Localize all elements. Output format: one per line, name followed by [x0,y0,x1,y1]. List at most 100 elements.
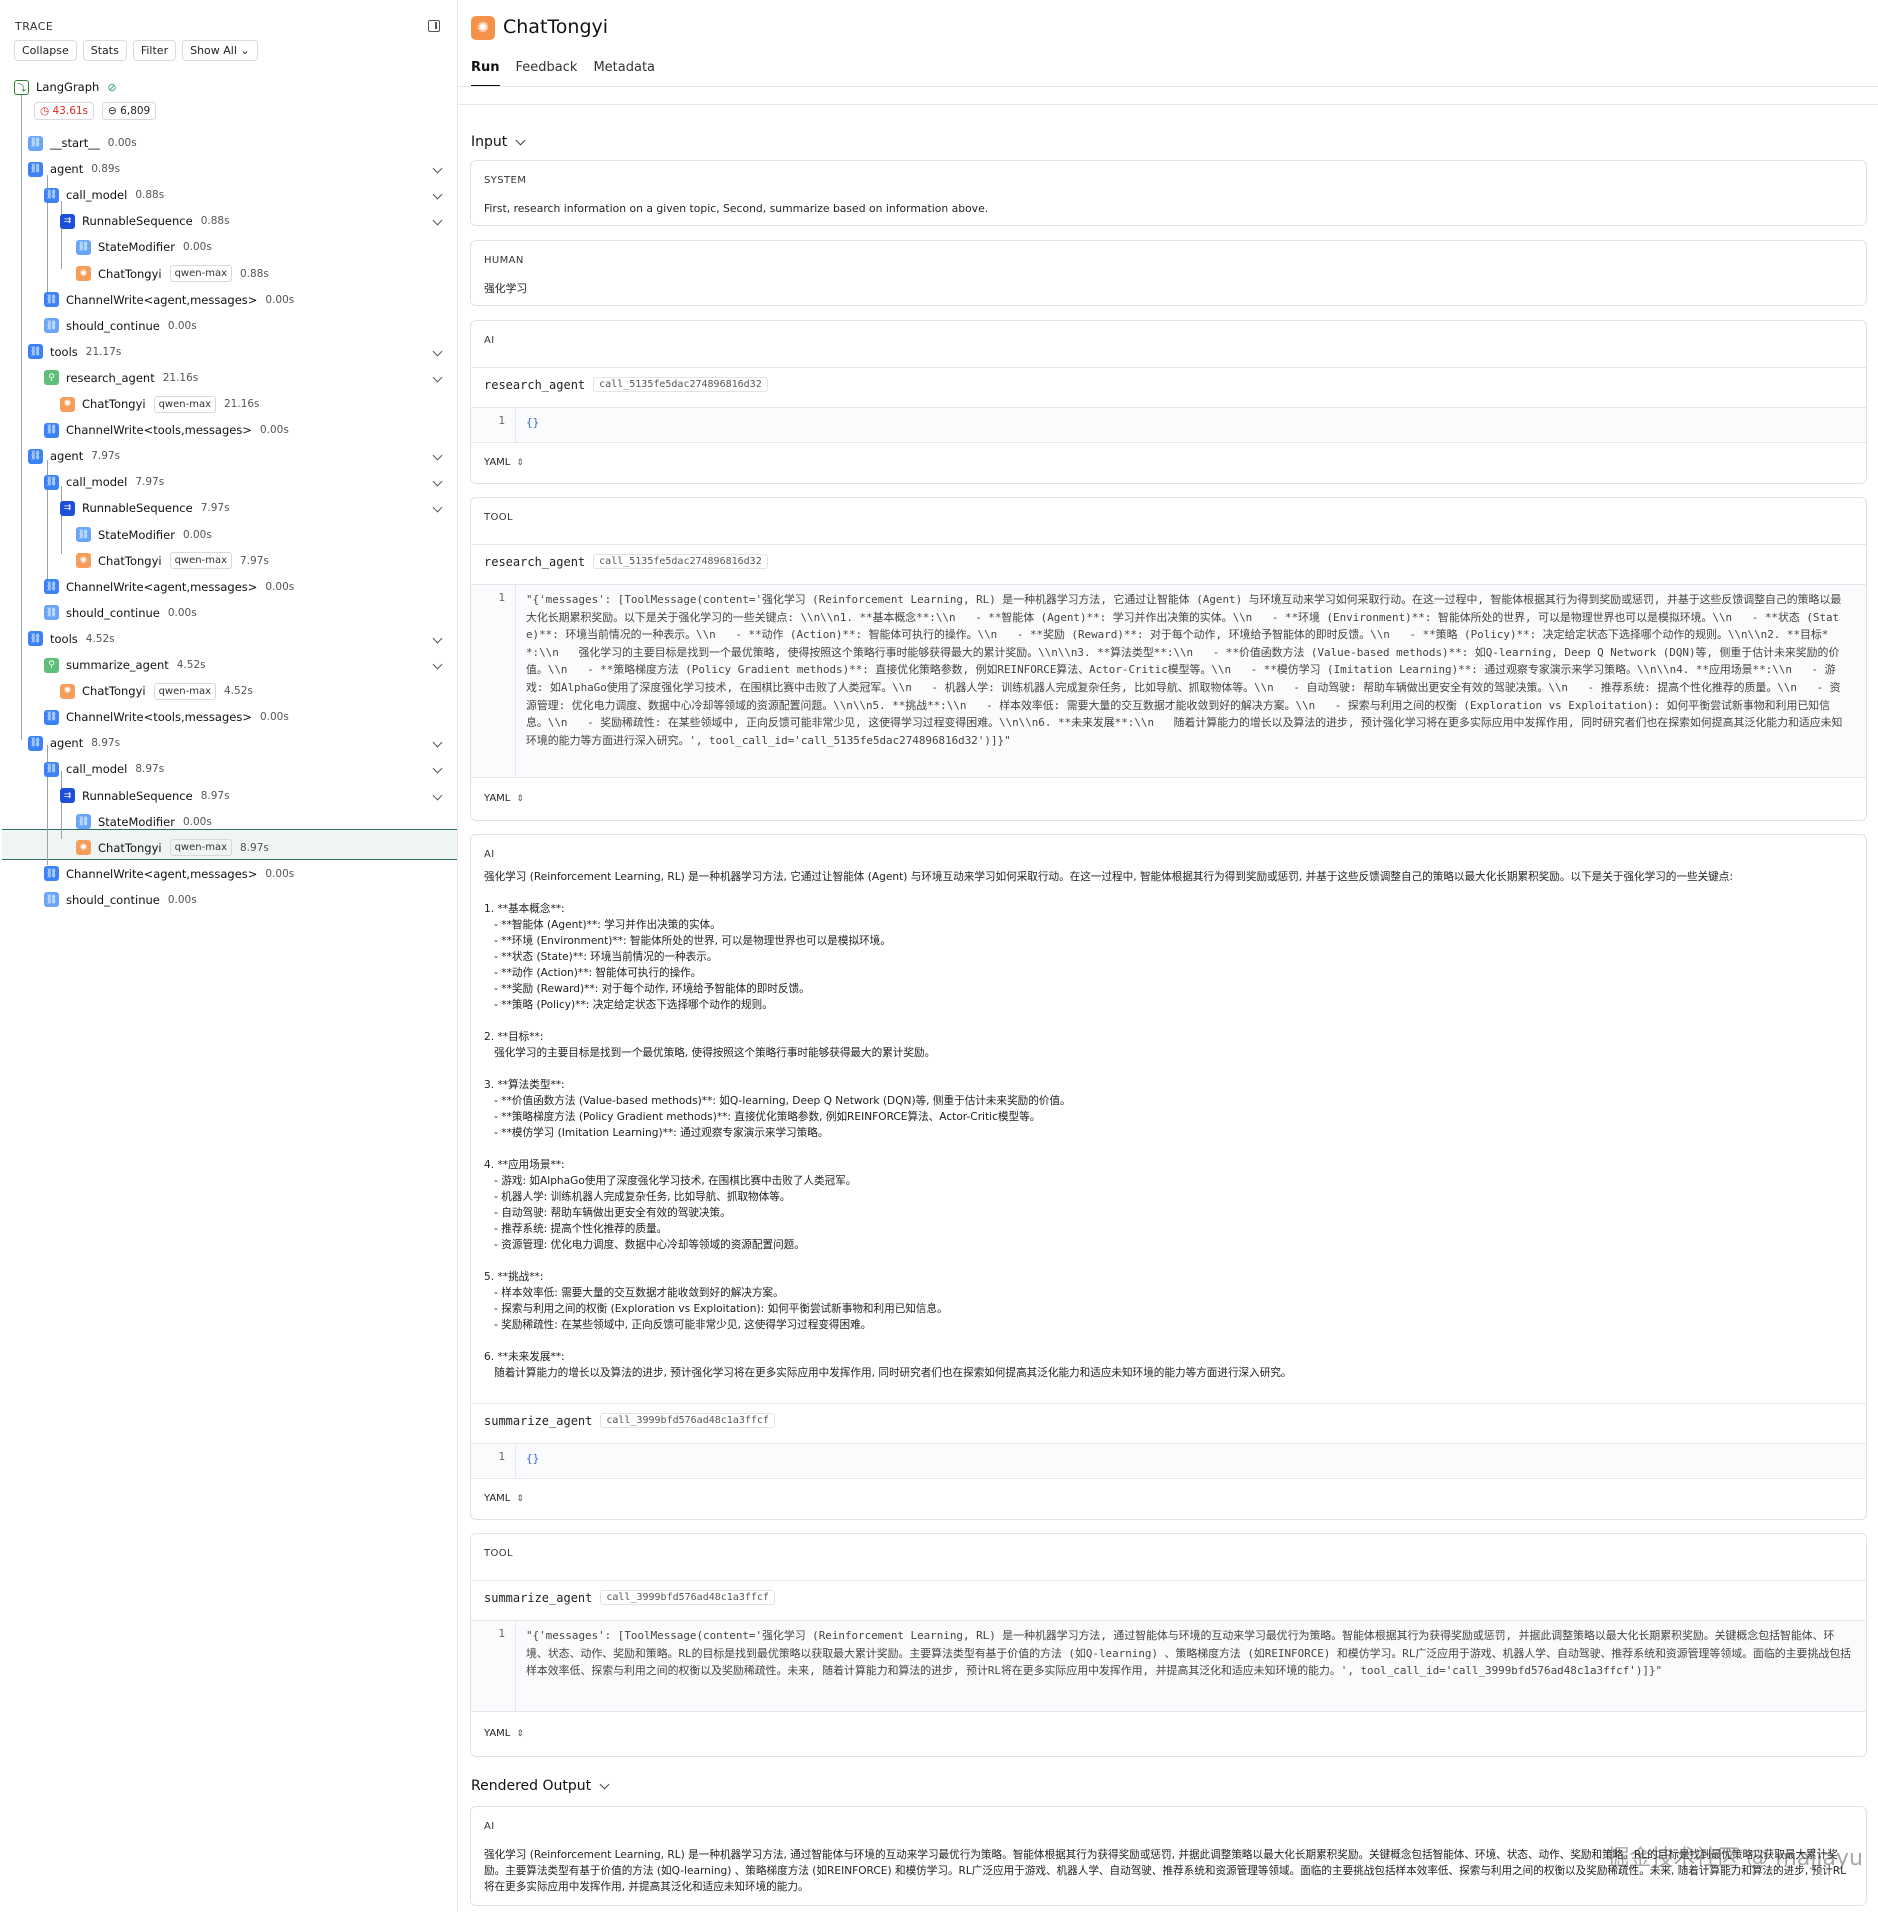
chevron-down-icon[interactable] [432,663,444,671]
chevron-down-icon[interactable] [432,193,444,201]
chevron-down-icon[interactable] [432,794,444,802]
duration-label: 8.97s [135,763,165,776]
tree-node-call-model[interactable]: ⛓ call_model 0.88s [44,182,164,208]
updown-icon: ⇕ [516,457,524,468]
human-message-text: 强化学习 [484,282,528,295]
tree-node-channel-write[interactable]: ⛓ ChannelWrite<agent,messages> 0.00s [44,861,294,887]
tool-call-header: research_agent call_5135fe5dac274896816d3… [484,554,768,569]
tree-node-channel-write[interactable]: ⛓ ChannelWrite<tools,messages> 0.00s [44,417,289,443]
role-label: AI [484,1821,495,1832]
duration-label: 0.88s [135,189,165,202]
tree-node-call-model[interactable]: ⛓ call_model 8.97s [44,756,164,782]
chevron-down-icon[interactable] [432,219,444,227]
call-id-badge: call_3999bfd576ad48c1a3ffcf [600,1590,775,1605]
tree-node-agent[interactable]: ⛓ agent 8.97s [28,730,120,756]
rendered-output-toggle[interactable]: Rendered Output [471,1778,610,1794]
role-label: TOOL [484,512,514,523]
format-selector[interactable]: YAML ⇕ [484,457,524,468]
chevron-down-icon[interactable] [432,506,444,514]
tree-node-agent[interactable]: ⛓ agent 0.89s [28,156,120,182]
tree-node-channel-write[interactable]: ⛓ ChannelWrite<agent,messages> 0.00s [44,574,294,600]
duration-label: 21.16s [224,398,260,410]
divider [471,1403,1866,1404]
chevron-down-icon: ⌄ [240,44,250,57]
chevron-down-icon[interactable] [432,741,444,749]
tree-node-state-modifier[interactable]: ⛓ StateModifier 0.00s [76,809,212,835]
model-tag: qwen-max [169,839,232,857]
tree-node-label: ChatTongyi [82,684,146,699]
gutter-divider [515,585,516,777]
tree-node-should-continue[interactable]: ⛓ should_continue 0.00s [44,887,197,913]
filter-button[interactable]: Filter [132,40,177,61]
show-all-label: Show All [190,44,237,57]
tree-node-label: call_model [66,762,128,777]
chain-icon: ⛓ [44,474,59,490]
format-selector[interactable]: YAML ⇕ [484,793,524,804]
tree-root-label: LangGraph [36,80,100,94]
tree-node-tools[interactable]: ⛓ tools 21.17s [28,339,121,365]
tree-node-chat-tongyi[interactable]: ✺ ChatTongyi qwen-max 21.16s [60,391,260,417]
tree-node-label: RunnableSequence [82,214,193,229]
format-selector[interactable]: YAML ⇕ [484,1728,524,1739]
function-name: summarize_agent [484,1413,593,1428]
tree-node-label: ChannelWrite<agent,messages> [66,866,258,881]
chevron-down-icon[interactable] [432,167,444,175]
tree-node-research-agent[interactable]: ⚲ research_agent 21.16s [44,365,198,391]
chevron-down-icon[interactable] [432,454,444,462]
duration-label: 8.97s [200,789,230,802]
tree-node-label: agent [50,736,84,751]
format-selector[interactable]: YAML ⇕ [484,1493,524,1504]
duration-label: 0.00s [182,815,212,828]
token-value: 6,809 [120,105,151,117]
tree-node-start[interactable]: ⛓ __start__ 0.00s [28,130,137,156]
tree-node-state-modifier[interactable]: ⛓ StateModifier 0.00s [76,522,212,548]
detail-tabs: Run Feedback Metadata [471,60,655,87]
tree-node-chat-tongyi[interactable]: ✺ ChatTongyi qwen-max 0.88s [76,261,269,287]
tree-node-chat-tongyi[interactable]: ✺ ChatTongyi qwen-max 7.97s [76,548,269,574]
function-name: research_agent [484,554,586,569]
tree-node-chat-tongyi[interactable]: ✺ ChatTongyi qwen-max 4.52s [60,678,253,704]
call-id-badge: call_5135fe5dac274896816d32 [593,554,768,569]
tree-node-should-continue[interactable]: ⛓ should_continue 0.00s [44,313,197,339]
chevron-down-icon[interactable] [432,480,444,488]
tree-node-tools[interactable]: ⛓ tools 4.52s [28,626,115,652]
tree-node-chat-tongyi[interactable]: ✺ ChatTongyi qwen-max 8.97s [76,835,269,861]
show-all-dropdown[interactable]: Show All ⌄ [182,40,258,61]
tree-node-state-modifier[interactable]: ⛓ StateModifier 0.00s [76,234,212,260]
tree-node-runnable-sequence[interactable]: ⇉ RunnableSequence 7.97s [60,495,230,521]
input-section-toggle[interactable]: Input [471,134,526,150]
tab-feedback[interactable]: Feedback [516,60,578,87]
tree-node-channel-write[interactable]: ⛓ ChannelWrite<agent,messages> 0.00s [44,287,294,313]
collapse-button[interactable]: Collapse [14,40,77,61]
chevron-down-icon[interactable] [432,637,444,645]
tree-node-call-model[interactable]: ⛓ call_model 7.97s [44,469,164,495]
openai-icon: ✺ [76,553,91,569]
sequence-icon: ⇉ [60,213,75,229]
chevron-down-icon[interactable] [432,376,444,384]
duration-label: 0.00s [167,319,197,332]
chevron-down-icon[interactable] [432,350,444,358]
chain-icon: ⛓ [44,318,59,334]
duration-label: 21.17s [85,345,122,358]
stats-button[interactable]: Stats [82,40,127,61]
tool-args: {} [526,416,540,429]
tree-node-label: ChannelWrite<tools,messages> [66,423,252,438]
tree-connector [21,95,22,740]
tab-metadata[interactable]: Metadata [593,60,655,87]
tree-node-runnable-sequence[interactable]: ⇉ RunnableSequence 0.88s [60,208,230,234]
tree-node-runnable-sequence[interactable]: ⇉ RunnableSequence 8.97s [60,783,230,809]
panel-toggle-icon[interactable] [428,20,440,32]
divider [471,442,1866,443]
tree-node-label: StateModifier [98,527,175,542]
tree-node-should-continue[interactable]: ⛓ should_continue 0.00s [44,600,197,626]
tree-root-langgraph[interactable]: ⤵ LangGraph ⊘ [14,74,117,100]
tab-run[interactable]: Run [471,60,500,87]
code-block: 1 {} [471,1444,1866,1478]
tree-node-channel-write[interactable]: ⛓ ChannelWrite<tools,messages> 0.00s [44,704,289,730]
line-number: 1 [498,591,505,604]
duration-label: 8.97s [240,841,269,854]
code-block: 1 {} [471,408,1866,442]
tree-node-agent[interactable]: ⛓ agent 7.97s [28,443,120,469]
chevron-down-icon[interactable] [432,767,444,775]
tree-node-summarize-agent[interactable]: ⚲ summarize_agent 4.52s [44,652,206,678]
